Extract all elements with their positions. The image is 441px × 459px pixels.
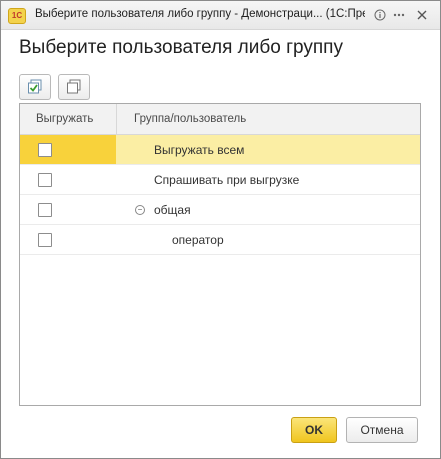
uncheck-all-button[interactable] [58,74,90,100]
dialog-window: 1С Выберите пользователя либо группу - Д… [0,0,441,459]
users-grid[interactable]: Выгружать Группа/пользователь Выгружать … [19,103,421,406]
row-label: Спрашивать при выгрузке [154,173,300,187]
cancel-button[interactable]: Отмена [346,417,418,443]
group-user-cell: Спрашивать при выгрузке [116,165,420,194]
1c-logo-icon: 1С [8,8,26,24]
close-icon[interactable] [416,9,428,21]
row-label: Выгружать всем [154,143,245,157]
grid-row[interactable]: Выгружать всем [20,135,420,165]
menu-icon[interactable] [393,9,405,21]
check-all-button[interactable] [19,74,51,100]
export-cell [20,135,116,164]
group-user-cell: − общая [116,195,420,224]
grid-row[interactable]: Спрашивать при выгрузке [20,165,420,195]
export-checkbox[interactable] [38,143,52,157]
export-checkbox[interactable] [38,203,52,217]
grid-header: Выгружать Группа/пользователь [20,104,420,135]
group-user-cell: Выгружать всем [116,135,420,164]
export-checkbox[interactable] [38,173,52,187]
export-cell [20,195,116,224]
column-header-export[interactable]: Выгружать [36,113,93,125]
group-user-cell: оператор [116,225,420,254]
grid-row[interactable]: оператор [20,225,420,255]
row-label: оператор [172,233,224,247]
export-cell [20,165,116,194]
title-bar[interactable]: 1С Выберите пользователя либо группу - Д… [1,1,440,30]
grid-row[interactable]: − общая [20,195,420,225]
column-header-group-user[interactable]: Группа/пользователь [134,113,246,125]
uncheck-all-icon [67,79,81,94]
export-cell [20,225,116,254]
column-divider [116,104,117,134]
row-label: общая [154,203,191,217]
form-title: Выберите пользователя либо группу [19,37,343,58]
ok-button[interactable]: OK [291,417,337,443]
info-icon[interactable] [374,9,386,21]
window-title: Выберите пользователя либо группу - Демо… [35,8,365,20]
collapse-icon[interactable]: − [135,205,145,215]
export-checkbox[interactable] [38,233,52,247]
check-all-icon [28,79,42,94]
